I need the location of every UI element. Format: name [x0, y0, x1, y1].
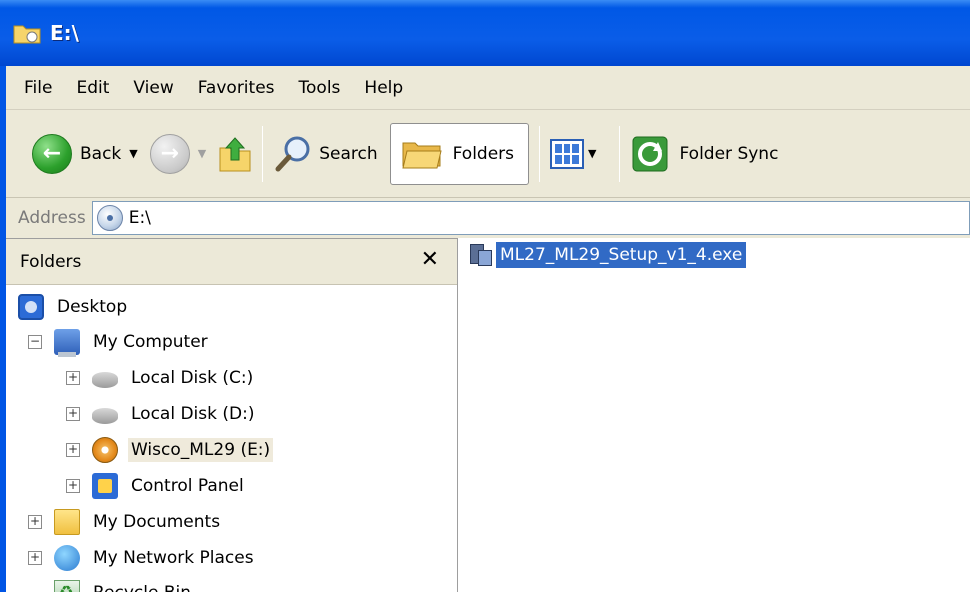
menu-view[interactable]: View: [133, 78, 173, 98]
expand-icon[interactable]: +: [66, 371, 80, 385]
setup-exe-icon: [468, 242, 494, 268]
search-button[interactable]: Search: [273, 123, 378, 185]
tree-item-label: Recycle Bin: [90, 581, 194, 592]
window-title: E:\: [50, 21, 79, 45]
cd-drive-icon: [92, 437, 118, 463]
network-places-icon: [54, 545, 80, 571]
toolbar-separator: [262, 125, 264, 182]
tree-item-recycle-bin[interactable]: Recycle Bin: [54, 577, 194, 592]
forward-button[interactable]: →: [149, 123, 190, 185]
close-icon[interactable]: ✕: [421, 247, 439, 272]
address-bar: Address E:\: [6, 198, 970, 238]
recycle-bin-icon: [54, 580, 80, 592]
forward-dropdown-icon[interactable]: ▼: [198, 147, 206, 160]
address-label: Address: [18, 208, 86, 228]
address-value: E:\: [128, 208, 151, 228]
folders-icon: [401, 142, 442, 168]
search-icon: [275, 136, 310, 171]
tree-item-wisco-ml29[interactable]: + Wisco_ML29 (E:): [66, 434, 274, 466]
menu-edit[interactable]: Edit: [76, 78, 109, 98]
folder-icon: [12, 20, 42, 46]
up-folder-button[interactable]: [218, 123, 252, 185]
back-button[interactable]: ← Back: [32, 123, 121, 185]
address-input[interactable]: E:\: [91, 201, 970, 235]
folders-button[interactable]: Folders: [389, 122, 530, 185]
expand-icon[interactable]: +: [28, 551, 42, 565]
up-folder-icon: [219, 136, 251, 171]
tree-item-label: My Computer: [93, 332, 208, 352]
tree-item-label: Desktop: [57, 297, 128, 317]
my-computer-icon: [54, 329, 80, 357]
title-bar[interactable]: E:\: [0, 0, 970, 66]
menu-help[interactable]: Help: [364, 78, 403, 98]
folders-pane-title: Folders: [20, 251, 82, 272]
folder-sync-icon: [632, 136, 667, 171]
collapse-icon[interactable]: −: [28, 335, 42, 349]
toolbar-separator: [539, 125, 541, 182]
tree-item-desktop[interactable]: Desktop: [18, 291, 130, 323]
views-button[interactable]: [550, 123, 585, 185]
tree-item-control-panel[interactable]: + Control Panel: [66, 470, 247, 502]
tree-item-my-network-places[interactable]: + My Network Places: [28, 542, 257, 574]
tree-item-my-computer[interactable]: − My Computer: [28, 326, 211, 358]
back-dropdown-icon[interactable]: ▼: [129, 147, 137, 160]
folders-pane-header: Folders ✕: [6, 239, 457, 285]
file-item[interactable]: ML27_ML29_Setup_v1_4.exe: [468, 242, 747, 268]
folders-label: Folders: [452, 143, 515, 164]
tree-item-local-disk-c[interactable]: + Local Disk (C:): [66, 362, 256, 394]
search-label: Search: [319, 143, 378, 164]
hard-disk-icon: [92, 372, 118, 388]
file-list: ML27_ML29_Setup_v1_4.exe: [458, 238, 970, 592]
back-label: Back: [80, 143, 122, 164]
views-icon: [550, 138, 585, 169]
hard-disk-icon: [92, 408, 118, 424]
control-panel-icon: [92, 473, 118, 499]
drive-icon: [96, 205, 123, 231]
forward-arrow-icon: →: [149, 133, 190, 174]
tree-item-local-disk-d[interactable]: + Local Disk (D:): [66, 398, 257, 430]
tree-item-label: My Network Places: [93, 548, 254, 568]
tree-item-label: Local Disk (D:): [131, 404, 255, 424]
desktop-icon: [18, 294, 44, 320]
toolbar: ← Back ▼ → ▼ Search Folders ▼ Folder Syn…: [6, 110, 970, 198]
file-name: ML27_ML29_Setup_v1_4.exe: [496, 242, 747, 268]
expand-icon[interactable]: +: [28, 515, 42, 529]
tree-item-label: Control Panel: [131, 476, 244, 496]
expand-icon[interactable]: +: [66, 407, 80, 421]
menu-file[interactable]: File: [24, 78, 52, 98]
expand-icon[interactable]: +: [66, 479, 80, 493]
expand-icon[interactable]: +: [66, 443, 80, 457]
tree-item-label: My Documents: [93, 512, 221, 532]
folder-sync-button[interactable]: Folder Sync: [630, 123, 779, 185]
toolbar-separator: [618, 125, 620, 182]
folders-pane: Folders ✕ Desktop − My Computer + Local …: [6, 238, 458, 592]
menu-favorites[interactable]: Favorites: [198, 78, 275, 98]
my-documents-icon: [54, 509, 80, 535]
folder-sync-label: Folder Sync: [679, 143, 779, 164]
menu-bar: File Edit View Favorites Tools Help: [6, 66, 970, 110]
tree-item-my-documents[interactable]: + My Documents: [28, 506, 223, 538]
views-dropdown-icon[interactable]: ▼: [588, 147, 596, 160]
tree-item-label: Local Disk (C:): [131, 368, 254, 388]
menu-tools[interactable]: Tools: [299, 78, 341, 98]
back-arrow-icon: ←: [32, 133, 72, 174]
tree-item-label: Wisco_ML29 (E:): [128, 438, 274, 462]
